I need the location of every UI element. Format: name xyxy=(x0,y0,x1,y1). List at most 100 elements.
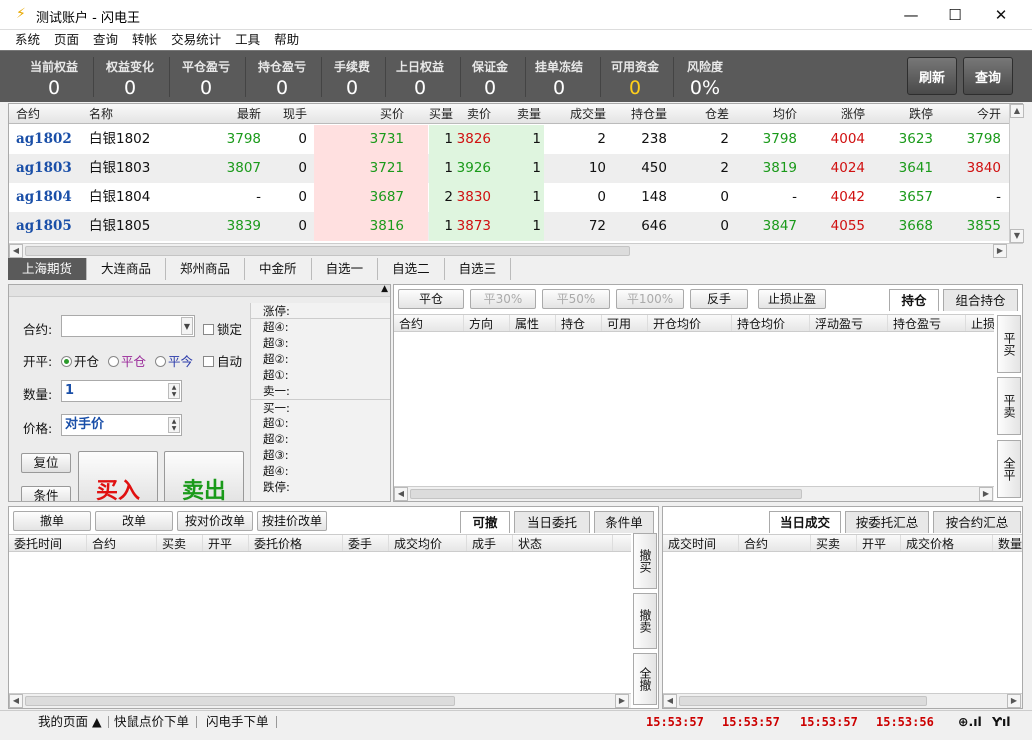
quote-col-header[interactable]: 今开 xyxy=(935,104,1001,124)
tab-by-contract[interactable]: 按合约汇总 xyxy=(933,511,1021,533)
quote-col-header[interactable]: 跌停 xyxy=(867,104,933,124)
quote-col-header[interactable]: 卖价 xyxy=(429,104,491,124)
quote-row[interactable]: ag1802 白银1802 3798 0 3731 1 3826 1 2 238 2 3798 4004… xyxy=(9,125,1009,154)
tab-today-orders[interactable]: 当日委托 xyxy=(514,511,590,533)
reverse-button[interactable]: 反手 xyxy=(690,289,748,309)
close-all-button[interactable]: 全平 xyxy=(997,440,1021,498)
column-header[interactable]: 买卖 xyxy=(157,535,203,551)
close-30-button[interactable]: 平30% xyxy=(470,289,536,309)
reset-button[interactable]: 复位 xyxy=(21,453,71,473)
column-header[interactable]: 持仓 xyxy=(556,315,602,331)
quote-row[interactable]: ag1804 白银1804-0 3687 2 3830 1 0 148 0-4042 3657- xyxy=(9,183,1009,212)
tab-by-order[interactable]: 按委托汇总 xyxy=(845,511,929,533)
quote-col-header[interactable]: 均价 xyxy=(735,104,797,124)
column-header[interactable]: 可用 xyxy=(602,315,648,331)
stop-loss-button[interactable]: 止损止盈 xyxy=(758,289,826,309)
quote-row[interactable]: ag1805 白银1805 3839 0 3816 1 3873 1 72 646 0 3847 405… xyxy=(9,212,1009,241)
tab-custom3[interactable]: 自选三 xyxy=(445,258,512,280)
tab-cancellable[interactable]: 可撤 xyxy=(460,511,510,533)
price-stepper[interactable]: 对手价 ▲ ▼ xyxy=(61,414,182,436)
refresh-button[interactable]: 刷新 xyxy=(907,57,957,95)
column-header[interactable]: 委托价格 xyxy=(249,535,343,551)
column-header[interactable]: 开平 xyxy=(203,535,249,551)
tab-cffex[interactable]: 中金所 xyxy=(245,258,312,280)
quote-col-header[interactable]: 名称 xyxy=(89,104,199,124)
column-header[interactable]: 属性 xyxy=(510,315,556,331)
column-header[interactable]: 状态 xyxy=(513,535,613,551)
quote-col-header[interactable]: 最新 xyxy=(199,104,261,124)
spin-icon[interactable]: ▲ ▼ xyxy=(168,417,180,433)
buy-button[interactable]: 买入 xyxy=(78,451,158,501)
auto-checkbox[interactable]: 自动 xyxy=(203,351,242,370)
quote-col-header[interactable]: 合约 xyxy=(16,104,88,124)
tab-custom2[interactable]: 自选二 xyxy=(378,258,445,280)
column-header[interactable]: 委托时间 xyxy=(9,535,87,551)
tab-positions[interactable]: 持仓 xyxy=(889,289,939,311)
signal-icon[interactable]: Ƴıl xyxy=(992,711,1011,733)
column-header[interactable]: 开平 xyxy=(857,535,901,551)
column-header[interactable]: 成交均价 xyxy=(389,535,467,551)
quote-vscroll[interactable]: ▲ ▼ xyxy=(1009,104,1024,243)
menu-query[interactable]: 查询 xyxy=(86,30,125,50)
column-header[interactable]: 合约 xyxy=(394,315,464,331)
tab-conditional[interactable]: 条件单 xyxy=(594,511,654,533)
quote-hscroll[interactable]: ◀ ▶ xyxy=(9,243,1023,258)
menu-transfer[interactable]: 转帐 xyxy=(125,30,164,50)
column-header[interactable]: 成交时间 xyxy=(663,535,739,551)
tab-today-trades[interactable]: 当日成交 xyxy=(769,511,841,533)
quote-col-header[interactable]: 持仓量 xyxy=(611,104,667,124)
cancel-all-button[interactable]: 全撤 xyxy=(633,653,657,705)
modify-queue-button[interactable]: 按挂价改单 xyxy=(257,511,327,531)
spin-icon[interactable]: ▲ ▼ xyxy=(168,383,180,399)
lock-checkbox[interactable]: 锁定 xyxy=(203,319,242,338)
column-header[interactable]: 止损 xyxy=(966,315,994,331)
qty-stepper[interactable]: 1 ▲ ▼ xyxy=(61,380,182,402)
column-header[interactable]: 成手 xyxy=(467,535,513,551)
sell-button[interactable]: 卖出 xyxy=(164,451,244,501)
column-header[interactable]: 数量 xyxy=(993,535,1022,551)
contract-combo[interactable]: ▼ xyxy=(61,315,195,337)
modify-order-button[interactable]: 改单 xyxy=(95,511,173,531)
column-header[interactable]: 方向 xyxy=(464,315,510,331)
modify-counter-button[interactable]: 按对价改单 xyxy=(177,511,253,531)
tab-dce[interactable]: 大连商品 xyxy=(87,258,167,280)
cancel-order-button[interactable]: 撤单 xyxy=(13,511,91,531)
quick-order-button[interactable]: 快鼠点价下单 xyxy=(114,711,189,733)
quote-col-header[interactable]: 卖量 xyxy=(499,104,541,124)
menu-page[interactable]: 页面 xyxy=(47,30,86,50)
tab-czce[interactable]: 郑州商品 xyxy=(166,258,246,280)
orders-hscroll[interactable]: ◀ ▶ xyxy=(9,693,631,708)
column-header[interactable]: 委手 xyxy=(343,535,389,551)
column-header[interactable]: 买卖 xyxy=(811,535,857,551)
condition-button[interactable]: 条件 xyxy=(21,486,71,501)
quote-col-header[interactable]: 买价 xyxy=(314,104,404,124)
flash-order-button[interactable]: 闪电手下单 xyxy=(206,711,269,733)
quote-col-header[interactable]: 现手 xyxy=(265,104,307,124)
trades-hscroll[interactable]: ◀ ▶ xyxy=(663,693,1022,708)
quote-col-header[interactable]: 成交量 xyxy=(544,104,606,124)
column-header[interactable]: 浮动盈亏 xyxy=(810,315,888,331)
close-100-button[interactable]: 平100% xyxy=(616,289,684,309)
dropdown-icon[interactable]: ▼ xyxy=(181,317,193,335)
tab-combo-positions[interactable]: 组合持仓 xyxy=(943,289,1018,311)
close-buy-button[interactable]: 平买 xyxy=(997,315,1021,373)
quote-col-header[interactable]: 仓差 xyxy=(673,104,729,124)
column-header[interactable]: 成交价格 xyxy=(901,535,993,551)
close-50-button[interactable]: 平50% xyxy=(542,289,610,309)
query-button[interactable]: 查询 xyxy=(963,57,1013,95)
radio-open[interactable]: 开仓 xyxy=(61,351,99,370)
connection-status-icon[interactable]: ⊕.ıl xyxy=(958,711,982,733)
position-hscroll[interactable]: ◀ ▶ xyxy=(394,486,994,501)
quote-row[interactable]: ag1803 白银1803 3807 0 3721 1 3926 1 10 450 2 3819 402… xyxy=(9,154,1009,183)
cancel-buy-button[interactable]: 撤买 xyxy=(633,533,657,589)
tab-shfe[interactable]: 上海期货 xyxy=(8,258,88,280)
column-header[interactable]: 持仓均价 xyxy=(732,315,810,331)
my-page-button[interactable]: 我的页面 ▲ xyxy=(38,711,102,733)
menu-help[interactable]: 帮助 xyxy=(267,30,306,50)
radio-close-today[interactable]: 平今 xyxy=(155,351,193,370)
tab-custom1[interactable]: 自选一 xyxy=(312,258,379,280)
column-header[interactable]: 持仓盈亏 xyxy=(888,315,966,331)
radio-close[interactable]: 平仓 xyxy=(108,351,146,370)
column-header[interactable]: 开仓均价 xyxy=(648,315,732,331)
menu-system[interactable]: 系统 xyxy=(8,30,47,50)
